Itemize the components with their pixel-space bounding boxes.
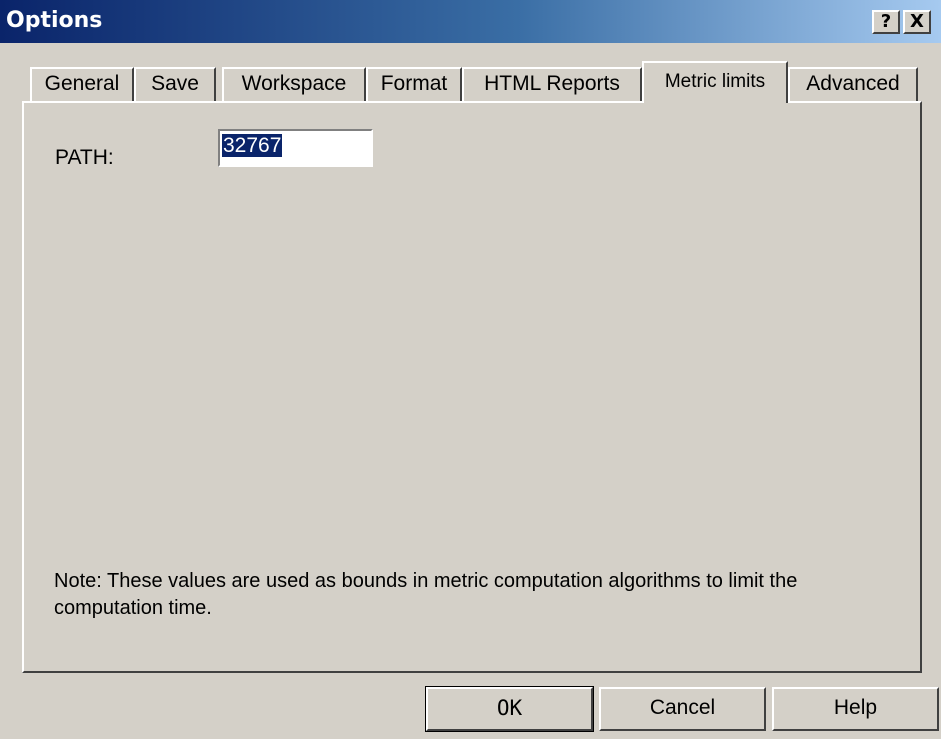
tab-html-reports[interactable]: HTML Reports	[462, 67, 642, 101]
tab-workspace[interactable]: Workspace	[222, 67, 366, 101]
note-text: Note: These values are used as bounds in…	[54, 570, 798, 619]
path-value[interactable]: 32767	[222, 134, 283, 157]
path-label: PATH:	[55, 146, 114, 169]
tab-format[interactable]: Format	[366, 67, 462, 101]
tab-advanced[interactable]: Advanced	[788, 67, 918, 101]
tab-general[interactable]: General	[30, 67, 134, 101]
ok-button[interactable]: OK	[425, 686, 594, 732]
path-input[interactable]: 32767	[218, 129, 373, 167]
tab-strip: General Save Workspace Format HTML Repor…	[0, 0, 941, 110]
cancel-button[interactable]: Cancel	[599, 687, 766, 731]
tab-save[interactable]: Save	[134, 67, 216, 101]
metric-limits-panel: PATH: 32767 Note: These values are used …	[22, 101, 922, 673]
tab-metric-limits[interactable]: Metric limits	[642, 61, 788, 103]
help-button[interactable]: Help	[772, 687, 939, 731]
